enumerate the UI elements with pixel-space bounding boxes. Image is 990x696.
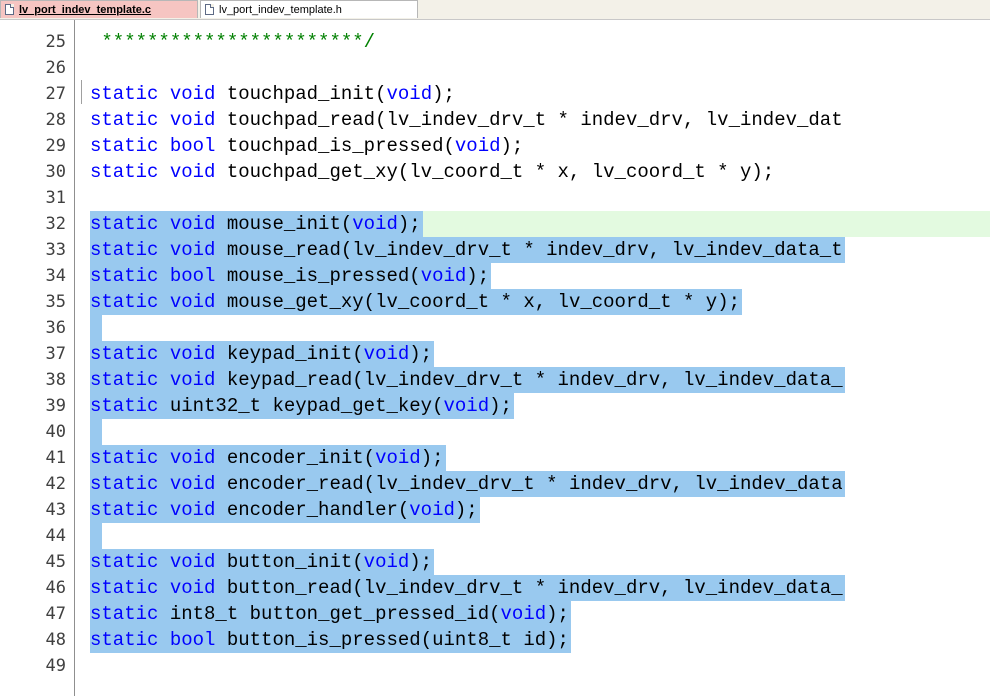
code-line[interactable]: 26: [0, 55, 990, 81]
line-number: 31: [45, 188, 66, 208]
code-text: static void keypad_read(lv_indev_drv_t *…: [90, 367, 845, 393]
file-icon: [5, 4, 14, 15]
line-number: 46: [45, 578, 66, 598]
code-line[interactable]: 45 static void button_init(void);: [0, 549, 990, 575]
code-line[interactable]: 42 static void encoder_read(lv_indev_drv_…: [0, 471, 990, 497]
code-line[interactable]: 47 static int8_t button_get_pressed_id(vo…: [0, 601, 990, 627]
code-line[interactable]: 38 static void keypad_read(lv_indev_drv_t…: [0, 367, 990, 393]
code-line[interactable]: 48 static bool button_is_pressed(uint8_t …: [0, 627, 990, 653]
code-text: static bool button_is_pressed(uint8_t id…: [90, 627, 571, 653]
tab-lv-port-indev-template-h[interactable]: lv_port_indev_template.h: [200, 0, 418, 18]
code-text: static void touchpad_get_xy(lv_coord_t *…: [90, 161, 775, 183]
code-text: static void mouse_read(lv_indev_drv_t * …: [90, 237, 845, 263]
code-line[interactable]: 35 static void mouse_get_xy(lv_coord_t * …: [0, 289, 990, 315]
line-number: 28: [45, 110, 66, 130]
line-number: 25: [45, 32, 66, 52]
code-text: static void button_init(void);: [90, 549, 435, 575]
line-number: 36: [45, 318, 66, 338]
code-line[interactable]: 46 static void button_read(lv_indev_drv_t…: [0, 575, 990, 601]
code-text: static void mouse_init(void);: [90, 211, 423, 237]
line-number: 37: [45, 344, 66, 364]
code-text: static void keypad_init(void);: [90, 341, 435, 367]
line-number: 27: [45, 84, 66, 104]
code-text: static uint32_t keypad_get_key(void);: [90, 393, 514, 419]
code-line[interactable]: 34 static bool mouse_is_pressed(void);: [0, 263, 990, 289]
code-text: static void encoder_init(void);: [90, 445, 446, 471]
line-number: 49: [45, 656, 66, 676]
file-icon: [205, 4, 214, 15]
line-number: 41: [45, 448, 66, 468]
code-text: [90, 419, 102, 445]
tab-bar: lv_port_indev_template.c lv_port_indev_t…: [0, 0, 990, 20]
code-line[interactable]: 31: [0, 185, 990, 211]
line-number: 26: [45, 58, 66, 78]
line-number: 48: [45, 630, 66, 650]
line-number: 44: [45, 526, 66, 546]
code-line[interactable]: 40: [0, 419, 990, 445]
code-text: ***********************/: [90, 31, 376, 53]
line-number: 40: [45, 422, 66, 442]
code-line[interactable]: 25 ***********************/: [0, 29, 990, 55]
code-text: [90, 523, 102, 549]
code-editor[interactable]: 25 ***********************/ 26 27 static vo…: [0, 20, 990, 696]
code-text: static bool mouse_is_pressed(void);: [90, 263, 492, 289]
code-line[interactable]: 49: [0, 653, 990, 679]
line-number: 47: [45, 604, 66, 624]
line-number: 42: [45, 474, 66, 494]
code-line[interactable]: 27 static void touchpad_init(void);: [0, 81, 990, 107]
code-line[interactable]: 37 static void keypad_init(void);: [0, 341, 990, 367]
code-text: [90, 315, 102, 341]
code-text: static void mouse_get_xy(lv_coord_t * x,…: [90, 289, 743, 315]
code-text: static bool touchpad_is_pressed(void);: [90, 135, 524, 157]
code-line[interactable]: 43 static void encoder_handler(void);: [0, 497, 990, 523]
line-number: 33: [45, 240, 66, 260]
code-line[interactable]: 32 static void mouse_init(void);: [0, 211, 990, 237]
line-number: 43: [45, 500, 66, 520]
line-number: 35: [45, 292, 66, 312]
code-line[interactable]: 39 static uint32_t keypad_get_key(void);: [0, 393, 990, 419]
line-number: 32: [45, 214, 66, 234]
code-text: static void encoder_handler(void);: [90, 497, 480, 523]
code-line[interactable]: 41 static void encoder_init(void);: [0, 445, 990, 471]
code-line[interactable]: 30 static void touchpad_get_xy(lv_coord_t…: [0, 159, 990, 185]
line-number: 34: [45, 266, 66, 286]
line-number: 29: [45, 136, 66, 156]
code-line[interactable]: 44: [0, 523, 990, 549]
code-line[interactable]: 36: [0, 315, 990, 341]
code-text: static void button_read(lv_indev_drv_t *…: [90, 575, 845, 601]
code-line[interactable]: 33 static void mouse_read(lv_indev_drv_t …: [0, 237, 990, 263]
code-text: static void encoder_read(lv_indev_drv_t …: [90, 471, 845, 497]
code-text: static void touchpad_read(lv_indev_drv_t…: [90, 109, 843, 131]
code-text: static void touchpad_init(void);: [90, 83, 455, 105]
code-line[interactable]: 28 static void touchpad_read(lv_indev_drv…: [0, 107, 990, 133]
code-text: static int8_t button_get_pressed_id(void…: [90, 601, 571, 627]
tab-label: lv_port_indev_template.c: [19, 4, 152, 16]
line-number: 45: [45, 552, 66, 572]
tab-label: lv_port_indev_template.h: [219, 4, 342, 16]
tab-lv-port-indev-template-c[interactable]: lv_port_indev_template.c: [0, 0, 198, 18]
code-line[interactable]: 29 static bool touchpad_is_pressed(void);: [0, 133, 990, 159]
line-number: 38: [45, 370, 66, 390]
line-number: 39: [45, 396, 66, 416]
line-number: 30: [45, 162, 66, 182]
